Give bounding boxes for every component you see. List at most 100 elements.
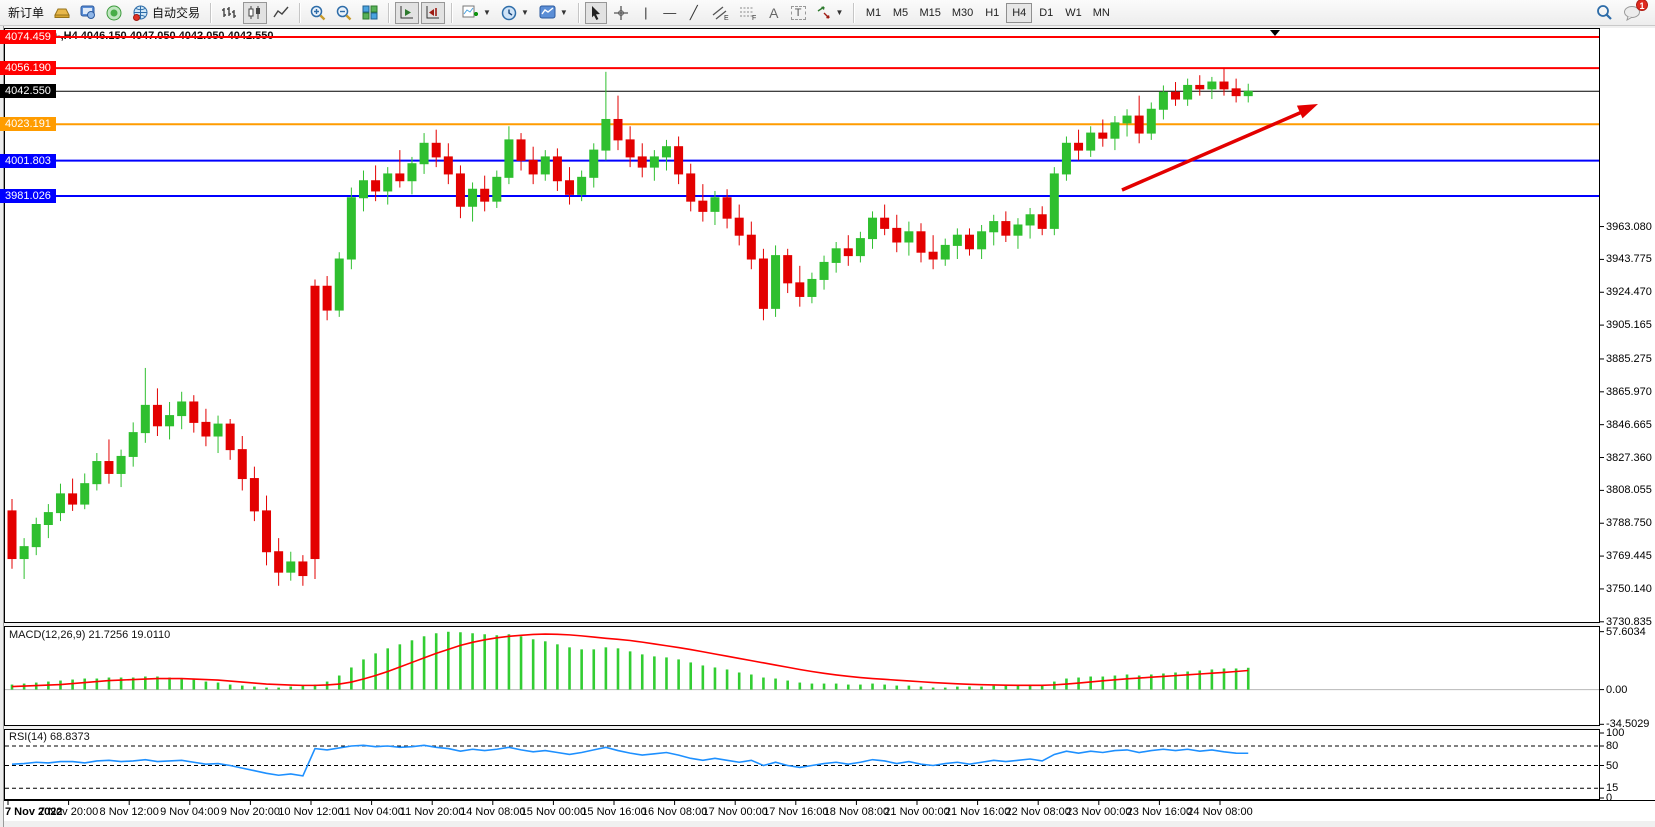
price-tick-label: 3865.970 [1606,386,1652,398]
rsi-level-label: 50 [1606,760,1618,772]
macd-indicator-label: MACD(12,26,9) 21.7256 19.0110 [9,629,170,641]
cursor-button[interactable] [585,2,607,24]
toolbar-separator [578,3,579,23]
price-tick-label: 3788.750 [1606,517,1652,529]
gold-button[interactable] [50,2,74,24]
rsi-level-label: 100 [1606,727,1624,739]
toolbar-separator [299,3,300,23]
time-tick-label: 7 Nov 20:00 [39,806,98,818]
timeframe-d1-button[interactable]: D1 [1033,3,1059,23]
price-tick-label: 3885.275 [1606,353,1652,365]
notifications-button[interactable]: 1 [1619,2,1645,24]
autotrade-label: 自动交易 [152,4,200,21]
time-tick-label: 9 Nov 04:00 [160,806,219,818]
time-tick-label: 21 Nov 00:00 [884,806,949,818]
fibonacci-icon: F [739,5,757,21]
text-button[interactable]: A [763,2,785,24]
auto-scroll-icon [399,5,415,20]
text-label-icon: T [791,6,806,20]
zoom-out-icon [336,5,352,21]
timeframe-m15-button[interactable]: M15 [914,3,945,23]
price-line-badge: 3981.026 [0,189,56,203]
arrows-icon [816,5,832,20]
toolbar-separator [853,3,854,23]
main-chart-pane[interactable] [4,28,1600,623]
time-tick-label: 21 Nov 16:00 [945,806,1010,818]
indicators-button[interactable]: ▼ [458,2,495,24]
svg-text:E: E [724,15,729,21]
price-tick-label: 3827.360 [1606,452,1652,464]
timeframe-mn-button[interactable]: MN [1088,3,1115,23]
new-order-button[interactable]: 新订单 [4,2,48,24]
text-label-button[interactable]: T [787,2,810,24]
time-tick-label: 24 Nov 08:00 [1187,806,1252,818]
price-tick-label: 3924.470 [1606,286,1652,298]
price-line-badge: 4023.191 [0,117,56,131]
periods-button[interactable]: ▼ [497,2,533,24]
rsi-pane[interactable] [4,729,1600,800]
periods-icon [501,5,517,21]
globe-icon [132,5,149,21]
time-tick-label: 15 Nov 00:00 [521,806,586,818]
tile-windows-icon [362,5,378,20]
auto-scroll-button[interactable] [395,2,419,24]
rsi-level-label: 0 [1606,792,1612,804]
fibonacci-button[interactable]: F [735,2,761,24]
timeframe-h1-button[interactable]: H1 [979,3,1005,23]
vertical-line-button[interactable]: | [635,2,657,24]
zoom-in-button[interactable] [306,2,330,24]
bar-chart-button[interactable] [217,2,241,24]
svg-text:F: F [752,15,756,21]
timeframe-m30-button[interactable]: M30 [947,3,978,23]
search-button[interactable] [1592,2,1617,24]
rsi-indicator-label: RSI(14) 68.8373 [9,731,90,743]
zoom-in-icon [310,5,326,21]
time-tick-label: 22 Nov 08:00 [1005,806,1070,818]
line-chart-button[interactable] [269,2,293,24]
time-tick-label: 14 Nov 08:00 [460,806,525,818]
signal-button[interactable] [102,2,126,24]
price-tick-label: 3905.165 [1606,319,1652,331]
trendline-icon: ╱ [690,5,698,21]
horizontal-line-icon: — [663,5,676,20]
gold-icon [54,6,70,20]
rsi-level-label: 80 [1606,740,1618,752]
indicators-icon [462,5,479,20]
toolbar-separator [451,3,452,23]
time-tick-label: 15 Nov 16:00 [581,806,646,818]
time-tick-label: 10 Nov 12:00 [278,806,343,818]
time-tick-label: 16 Nov 08:00 [642,806,707,818]
tile-windows-button[interactable] [358,2,382,24]
arrows-button[interactable]: ▼ [812,2,848,24]
autotrade-button[interactable]: 自动交易 [128,2,204,24]
price-tick-label: 3846.665 [1606,419,1652,431]
chart-shift-icon [425,5,441,20]
time-tick-label: 23 Nov 00:00 [1066,806,1131,818]
dropdown-caret-icon: ▼ [483,8,491,17]
timeframe-h4-button[interactable]: H4 [1006,3,1032,23]
channel-icon: E [711,5,729,21]
equidistant-channel-button[interactable]: E [707,2,733,24]
chart-shift-button[interactable] [421,2,445,24]
search-icon [1596,4,1613,21]
crosshair-button[interactable] [609,2,633,24]
macd-pane[interactable] [4,626,1600,726]
bar-chart-icon [221,5,237,20]
timeframe-toolbar: M1M5M15M30H1H4D1W1MN [860,3,1114,23]
candlestick-chart-button[interactable] [243,2,267,24]
toolbar: 新订单 自动交易 ▼ ▼ [0,0,1655,26]
timeframe-m5-button[interactable]: M5 [887,3,913,23]
toolbar-separator [388,3,389,23]
templates-button[interactable]: ▼ [535,2,572,24]
trendline-button[interactable]: ╱ [683,2,705,24]
time-tick-label: 9 Nov 20:00 [221,806,280,818]
horizontal-line-button[interactable]: — [659,2,681,24]
terminal-icon [80,5,96,20]
time-tick-label: 8 Nov 12:00 [100,806,159,818]
terminal-button[interactable] [76,2,100,24]
templates-icon [539,5,556,20]
timeframe-w1-button[interactable]: W1 [1060,3,1087,23]
new-order-label: 新订单 [8,4,44,21]
timeframe-m1-button[interactable]: M1 [860,3,886,23]
zoom-out-button[interactable] [332,2,356,24]
